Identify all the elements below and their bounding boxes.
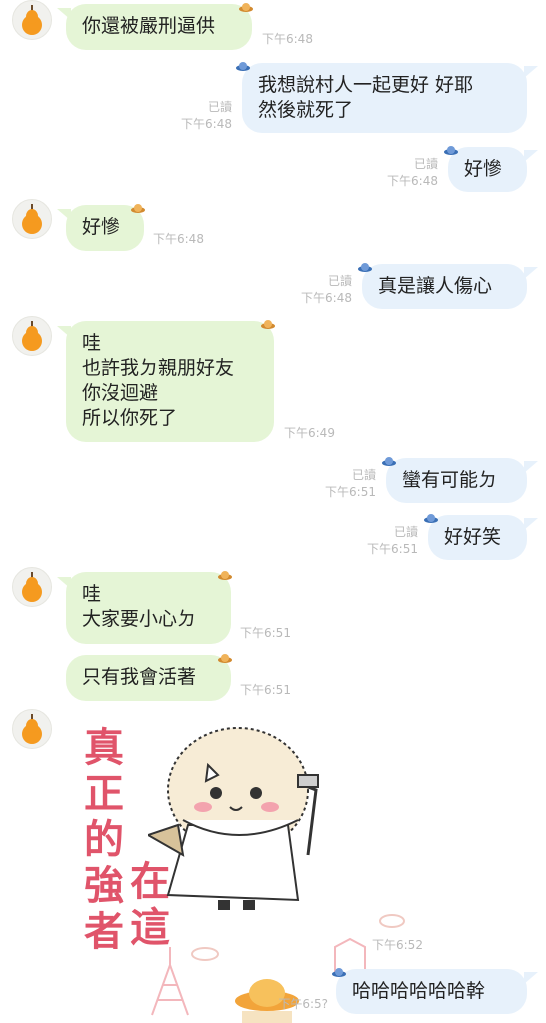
bubble-tail bbox=[524, 518, 538, 530]
contact-avatar[interactable] bbox=[12, 709, 52, 749]
message-time: 下午6:5? bbox=[278, 997, 328, 1011]
hat-icon bbox=[424, 514, 438, 523]
contact-avatar[interactable] bbox=[12, 199, 52, 239]
contact-avatar[interactable] bbox=[12, 567, 52, 607]
message-bubble-outgoing[interactable]: 哈哈哈哈哈哈幹 bbox=[336, 969, 527, 1014]
message-bubble-incoming[interactable]: 哇 大家要小心ㄉ bbox=[66, 572, 231, 644]
message-bubble-incoming[interactable]: 你還被嚴刑逼供 bbox=[66, 4, 252, 50]
message-time: 下午6:48 bbox=[387, 174, 438, 188]
hat-icon bbox=[444, 146, 458, 155]
message-bubble-incoming[interactable]: 哇 也許我ㄉ親朋好友 你沒迴避 所以你死了 bbox=[66, 321, 274, 442]
message-time: 下午6:48 bbox=[181, 117, 232, 131]
message-time: 下午6:49 bbox=[284, 426, 335, 440]
contact-avatar[interactable] bbox=[12, 0, 52, 40]
pear-icon bbox=[22, 204, 42, 234]
sticker-caption-left: 真正的強者 bbox=[84, 724, 124, 955]
message-time: 下午6:51 bbox=[240, 626, 291, 640]
cloud-icon bbox=[379, 914, 405, 928]
hat-icon bbox=[358, 263, 372, 272]
message-time: 下午6:51 bbox=[367, 542, 418, 556]
hat-icon bbox=[382, 457, 396, 466]
message-bubble-outgoing[interactable]: 真是讓人傷心 bbox=[362, 264, 527, 309]
read-receipt: 已讀 bbox=[393, 525, 418, 539]
message-time: 下午6:51 bbox=[325, 485, 376, 499]
message-bubble-outgoing[interactable]: 我想說村人一起更好 好耶 然後就死了 bbox=[242, 63, 527, 133]
message-time: 下午6:48 bbox=[153, 232, 204, 246]
message-bubble-outgoing[interactable]: 好慘 bbox=[448, 147, 527, 192]
read-receipt: 已讀 bbox=[207, 100, 232, 114]
hat-icon bbox=[131, 204, 145, 213]
hat-icon bbox=[236, 62, 250, 71]
pear-icon bbox=[22, 714, 42, 744]
bubble-tail bbox=[524, 972, 538, 984]
bubble-tail bbox=[524, 66, 538, 78]
pear-icon bbox=[22, 321, 42, 351]
read-receipt: 已讀 bbox=[327, 274, 352, 288]
message-bubble-outgoing[interactable]: 蠻有可能ㄉ bbox=[386, 458, 527, 503]
hat-icon bbox=[218, 654, 232, 663]
hat-icon bbox=[261, 320, 275, 329]
message-time: 下午6:48 bbox=[262, 32, 313, 46]
bubble-tail bbox=[524, 461, 538, 473]
read-receipt: 已讀 bbox=[413, 157, 438, 171]
message-time: 下午6:52 bbox=[372, 938, 423, 952]
read-receipt: 已讀 bbox=[351, 468, 376, 482]
hat-icon bbox=[332, 968, 346, 977]
message-bubble-incoming[interactable]: 只有我會活著 bbox=[66, 655, 231, 701]
sticker[interactable]: 真正的強者 在這 bbox=[78, 715, 368, 955]
pear-icon bbox=[22, 5, 42, 35]
contact-avatar[interactable] bbox=[12, 316, 52, 356]
pear-icon bbox=[22, 572, 42, 602]
hat-icon bbox=[218, 571, 232, 580]
message-time: 下午6:48 bbox=[301, 291, 352, 305]
bubble-tail bbox=[524, 150, 538, 162]
hedgehog-sticker-icon bbox=[148, 727, 319, 910]
message-bubble-outgoing[interactable]: 好好笑 bbox=[428, 515, 527, 560]
hat-icon bbox=[239, 3, 253, 12]
message-time: 下午6:51 bbox=[240, 683, 291, 697]
bubble-tail bbox=[524, 267, 538, 279]
cloud-icon bbox=[191, 947, 219, 961]
